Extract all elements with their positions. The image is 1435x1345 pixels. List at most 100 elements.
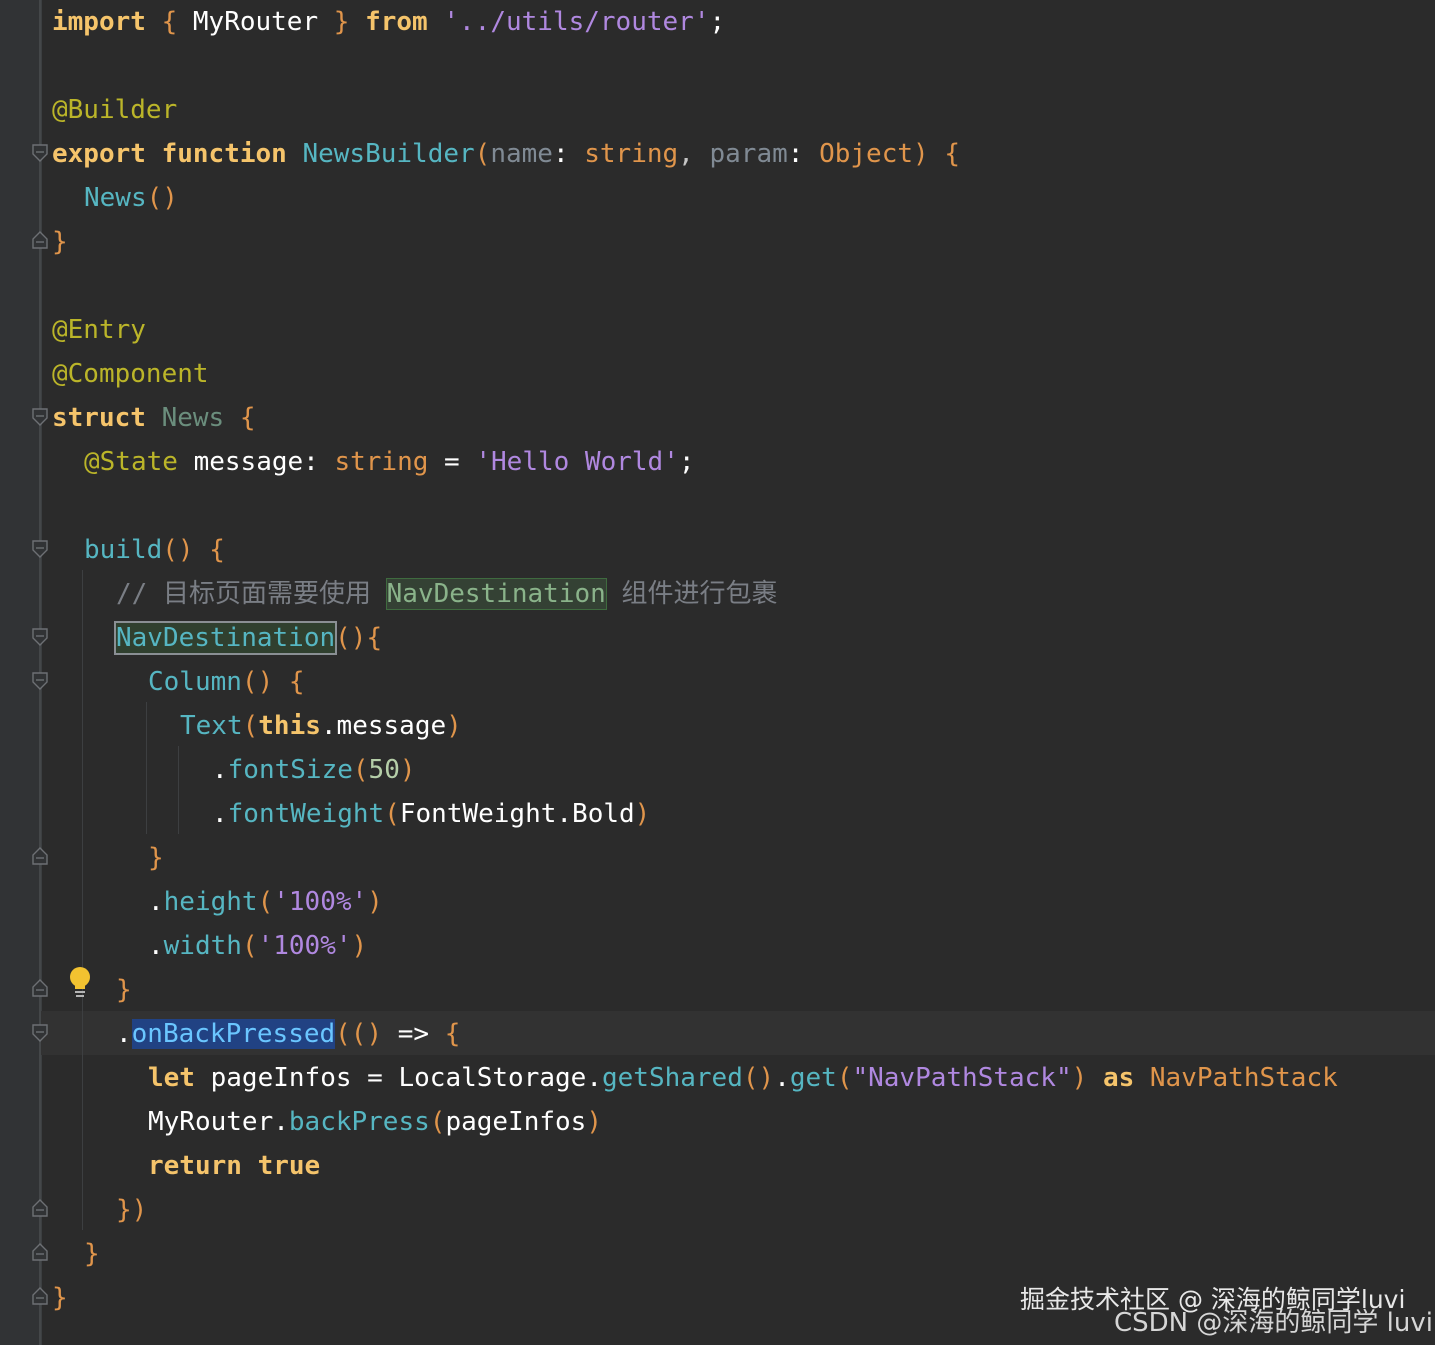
- fold-open-icon[interactable]: [32, 628, 48, 646]
- dot: .: [148, 887, 164, 917]
- paren: ): [634, 799, 651, 829]
- watermark-csdn: CSDN @深海的鲸同学 luvi: [1114, 1308, 1433, 1338]
- paren: (: [241, 931, 258, 961]
- code-line-5: News(): [84, 176, 178, 220]
- paren: ): [131, 1195, 148, 1225]
- paren: (: [474, 139, 491, 169]
- string-literal: "NavPathStack": [852, 1063, 1072, 1093]
- paren: (): [146, 183, 178, 213]
- string-literal: '../utils/router': [443, 7, 710, 37]
- fold-close-icon[interactable]: [32, 1199, 48, 1217]
- type: string: [334, 447, 429, 477]
- fold-open-icon[interactable]: [32, 1024, 48, 1042]
- keyword-this: this: [258, 711, 321, 741]
- fold-open-icon[interactable]: [32, 144, 48, 162]
- selected-method: onBackPressed: [131, 1019, 336, 1049]
- paren: ): [351, 931, 368, 961]
- comment-text: 目标页面需要使用: [162, 579, 371, 609]
- method-name: fontWeight: [227, 799, 385, 829]
- indent-guide: [146, 702, 147, 834]
- brace: }: [52, 227, 68, 257]
- struct-name: News: [161, 403, 225, 433]
- code-line-13: build() {: [84, 528, 225, 572]
- paren: (): [162, 535, 194, 565]
- enum-value: FontWeight.Bold: [399, 799, 635, 829]
- method-name: backPress: [288, 1107, 430, 1137]
- parameter: name: [490, 139, 553, 169]
- decorator: @Entry: [52, 315, 146, 345]
- keyword-let: let: [148, 1063, 195, 1093]
- brace: }: [116, 975, 132, 1005]
- brace: {: [239, 403, 256, 433]
- fold-close-icon[interactable]: [32, 847, 48, 865]
- method-name: fontSize: [227, 755, 353, 785]
- code-line-16: Column() {: [148, 660, 305, 704]
- brace: {: [288, 667, 305, 697]
- function-name: NewsBuilder: [302, 139, 475, 169]
- paren: ): [1071, 1063, 1088, 1093]
- paren-brace: (){: [335, 623, 383, 653]
- arrow: =>: [397, 1019, 430, 1049]
- fold-close-icon[interactable]: [32, 1287, 48, 1305]
- code-line-23: }: [116, 968, 132, 1012]
- colon: :: [552, 139, 569, 169]
- method-name: height: [163, 887, 258, 917]
- fold-close-icon[interactable]: [32, 1243, 48, 1261]
- paren: (: [242, 711, 259, 741]
- decorator: @Component: [52, 359, 209, 389]
- code-line-24: .onBackPressed(() => {: [116, 1012, 460, 1056]
- comment-slashes: //: [116, 579, 148, 609]
- dot: .: [116, 1019, 132, 1049]
- type: NavPathStack: [1149, 1063, 1338, 1093]
- fold-close-icon[interactable]: [32, 231, 48, 249]
- method-name: get: [789, 1063, 837, 1093]
- paren: ): [586, 1107, 602, 1137]
- keyword-import: import: [52, 7, 146, 37]
- keyword-struct: struct: [52, 403, 146, 433]
- code-line-21: .height('100%'): [148, 880, 383, 924]
- code-line-28: }): [116, 1188, 147, 1232]
- code-line-17: Text(this.message): [180, 704, 462, 748]
- fold-close-icon[interactable]: [32, 979, 48, 997]
- comma: ,: [678, 139, 694, 169]
- brace: }: [148, 843, 164, 873]
- dot: .: [273, 1107, 289, 1137]
- decorator: @State: [84, 447, 178, 477]
- fold-open-icon[interactable]: [32, 408, 48, 426]
- fold-open-icon[interactable]: [32, 672, 48, 690]
- paren: (: [384, 799, 400, 829]
- keyword-return: return: [148, 1151, 242, 1181]
- code-line-27: return true: [148, 1144, 320, 1188]
- paren: ): [446, 711, 462, 741]
- string-literal: '100%': [257, 931, 352, 961]
- method-name: build: [84, 535, 163, 565]
- string-literal: 'Hello World': [475, 447, 679, 477]
- class-name: LocalStorage: [398, 1063, 587, 1093]
- paren: (): [742, 1063, 775, 1093]
- keyword-export: export: [52, 139, 146, 169]
- lightbulb-icon[interactable]: [68, 966, 92, 1000]
- parameter: param: [709, 139, 788, 169]
- keyword-as: as: [1102, 1063, 1135, 1093]
- code-line-1: import { MyRouter } from '../utils/route…: [52, 0, 725, 44]
- semicolon: ;: [678, 447, 695, 477]
- code-editor[interactable]: import { MyRouter } from '../utils/route…: [0, 0, 1435, 1345]
- code-line-11: @State message: string = 'Hello World';: [84, 440, 695, 484]
- code-line-10: struct News {: [52, 396, 256, 440]
- keyword-true: true: [257, 1151, 321, 1181]
- method-name: getShared: [601, 1063, 743, 1093]
- variable: pageInfos: [210, 1063, 352, 1093]
- paren: (: [836, 1063, 853, 1093]
- fold-open-icon[interactable]: [32, 540, 48, 558]
- code-line-8: @Entry: [52, 308, 146, 352]
- argument: pageInfos: [445, 1107, 587, 1137]
- component-name: NavDestination: [113, 621, 338, 655]
- type: string: [584, 139, 679, 169]
- type: Object: [819, 139, 913, 169]
- dot: .: [586, 1063, 602, 1093]
- code-line-18: .fontSize(50): [212, 748, 416, 792]
- decorator: @Builder: [52, 95, 178, 125]
- brace: }: [52, 1283, 68, 1313]
- dot: .: [148, 931, 164, 961]
- paren: (): [241, 667, 274, 697]
